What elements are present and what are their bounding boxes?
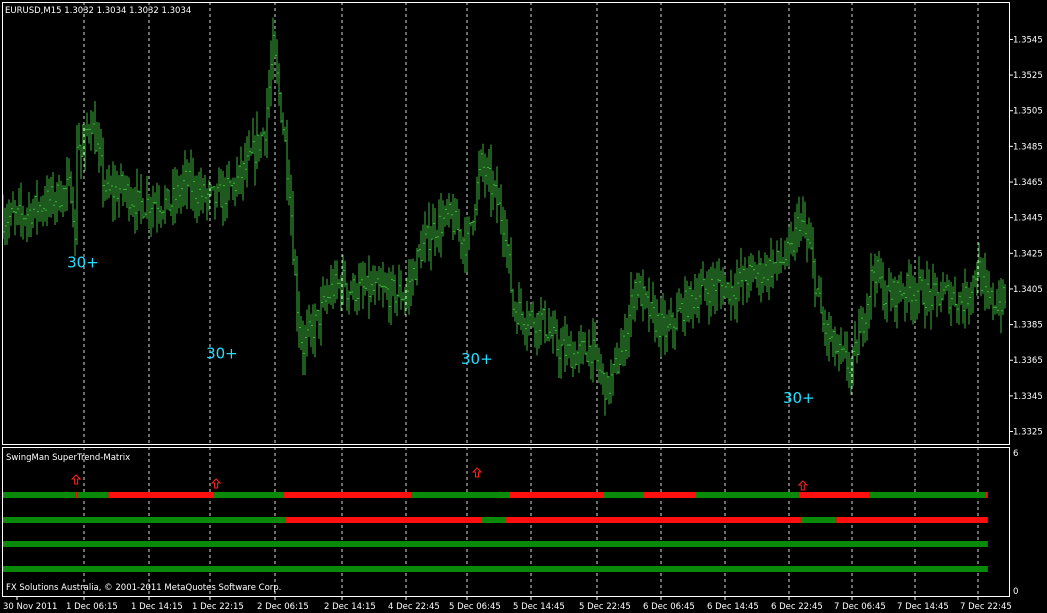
indicator-title: SwingMan SuperTrend-Matrix (6, 453, 130, 463)
matrix-segment-bull (481, 517, 505, 523)
price-tick-label: 1.3505 (1013, 107, 1043, 117)
time-tick-label: 7 Dec 14:45 (897, 602, 949, 612)
annotation-label: 30+ (67, 254, 99, 272)
symbol-title: EURUSD,M15 1.3032 1.3034 1.3032 1.3034 (5, 6, 191, 16)
matrix-segment-bear (283, 492, 412, 498)
time-tick-label: 6 Dec 14:45 (707, 602, 759, 612)
matrix-segment-bull (411, 492, 509, 498)
time-tick-label: 7 Dec 06:45 (834, 602, 886, 612)
time-tick-label: 4 Dec 22:45 (388, 602, 440, 612)
matrix-segment-bear (643, 492, 695, 498)
time-tick-label: 6 Dec 22:45 (771, 602, 823, 612)
price-tick-label: 1.3545 (1013, 35, 1043, 45)
time-tick-label: 1 Dec 22:15 (192, 602, 244, 612)
price-tick-label: 1.3485 (1013, 142, 1043, 152)
matrix-segment-bull (695, 492, 799, 498)
price-tick-label: 1.3365 (1013, 356, 1043, 366)
annotation-label: 30+ (461, 350, 493, 368)
matrix-segment-bear (509, 492, 603, 498)
time-tick-label: 5 Dec 06:45 (449, 602, 501, 612)
price-tick-label: 1.3525 (1013, 71, 1043, 81)
indicator-tick-label: 6 (1013, 449, 1018, 459)
time-tick-label: 7 Dec 22:45 (960, 602, 1012, 612)
matrix-segment-bear (798, 492, 870, 498)
mt4-chart[interactable]: 1.3545 1.3525 1.3505 1.3485 1.3465 1.3445 1.34… (0, 0, 1047, 613)
time-tick-label: 5 Dec 22:45 (579, 602, 631, 612)
copyright-text: FX Solutions Australia, © 2001-2011 Meta… (6, 583, 281, 593)
price-tick-label: 1.3465 (1013, 178, 1043, 188)
price-tick-label: 1.3445 (1013, 214, 1043, 224)
price-tick-label: 1.3325 (1013, 428, 1043, 438)
price-tick-label: 1.3425 (1013, 249, 1043, 259)
matrix-segment-bear (75, 492, 78, 498)
annotation-label: 30+ (206, 344, 238, 362)
matrix-segment-bear (985, 492, 988, 498)
matrix-segment-bull (3, 541, 988, 547)
matrix-segment-bear (285, 517, 481, 523)
time-tick-label: 2 Dec 14:15 (324, 602, 376, 612)
price-tick-label: 1.3385 (1013, 321, 1043, 331)
matrix-segment-bear (108, 492, 215, 498)
time-tick-label: 5 Dec 14:45 (513, 602, 565, 612)
matrix-segment-bull (3, 566, 988, 572)
matrix-segment-bull (869, 492, 986, 498)
matrix-segment-bull (800, 517, 837, 523)
matrix-segment-bull (603, 492, 643, 498)
indicator-tick-label: 0 (1013, 587, 1018, 597)
price-tick-label: 1.3345 (1013, 392, 1043, 402)
time-tick-label: 2 Dec 06:15 (257, 602, 309, 612)
matrix-segment-bull (3, 492, 76, 498)
annotation-label: 30+ (783, 389, 815, 407)
time-tick-label: 6 Dec 06:45 (643, 602, 695, 612)
matrix-segment-bull (3, 517, 286, 523)
matrix-segment-bear (505, 517, 801, 523)
time-tick-label: 30 Nov 2011 (3, 602, 57, 612)
matrix-segment-bull (77, 492, 109, 498)
time-tick-label: 1 Dec 14:15 (131, 602, 183, 612)
matrix-segment-bear (836, 517, 988, 523)
price-tick-label: 1.3405 (1013, 285, 1043, 295)
time-tick-label: 1 Dec 06:15 (66, 602, 118, 612)
matrix-segment-bull (214, 492, 284, 498)
